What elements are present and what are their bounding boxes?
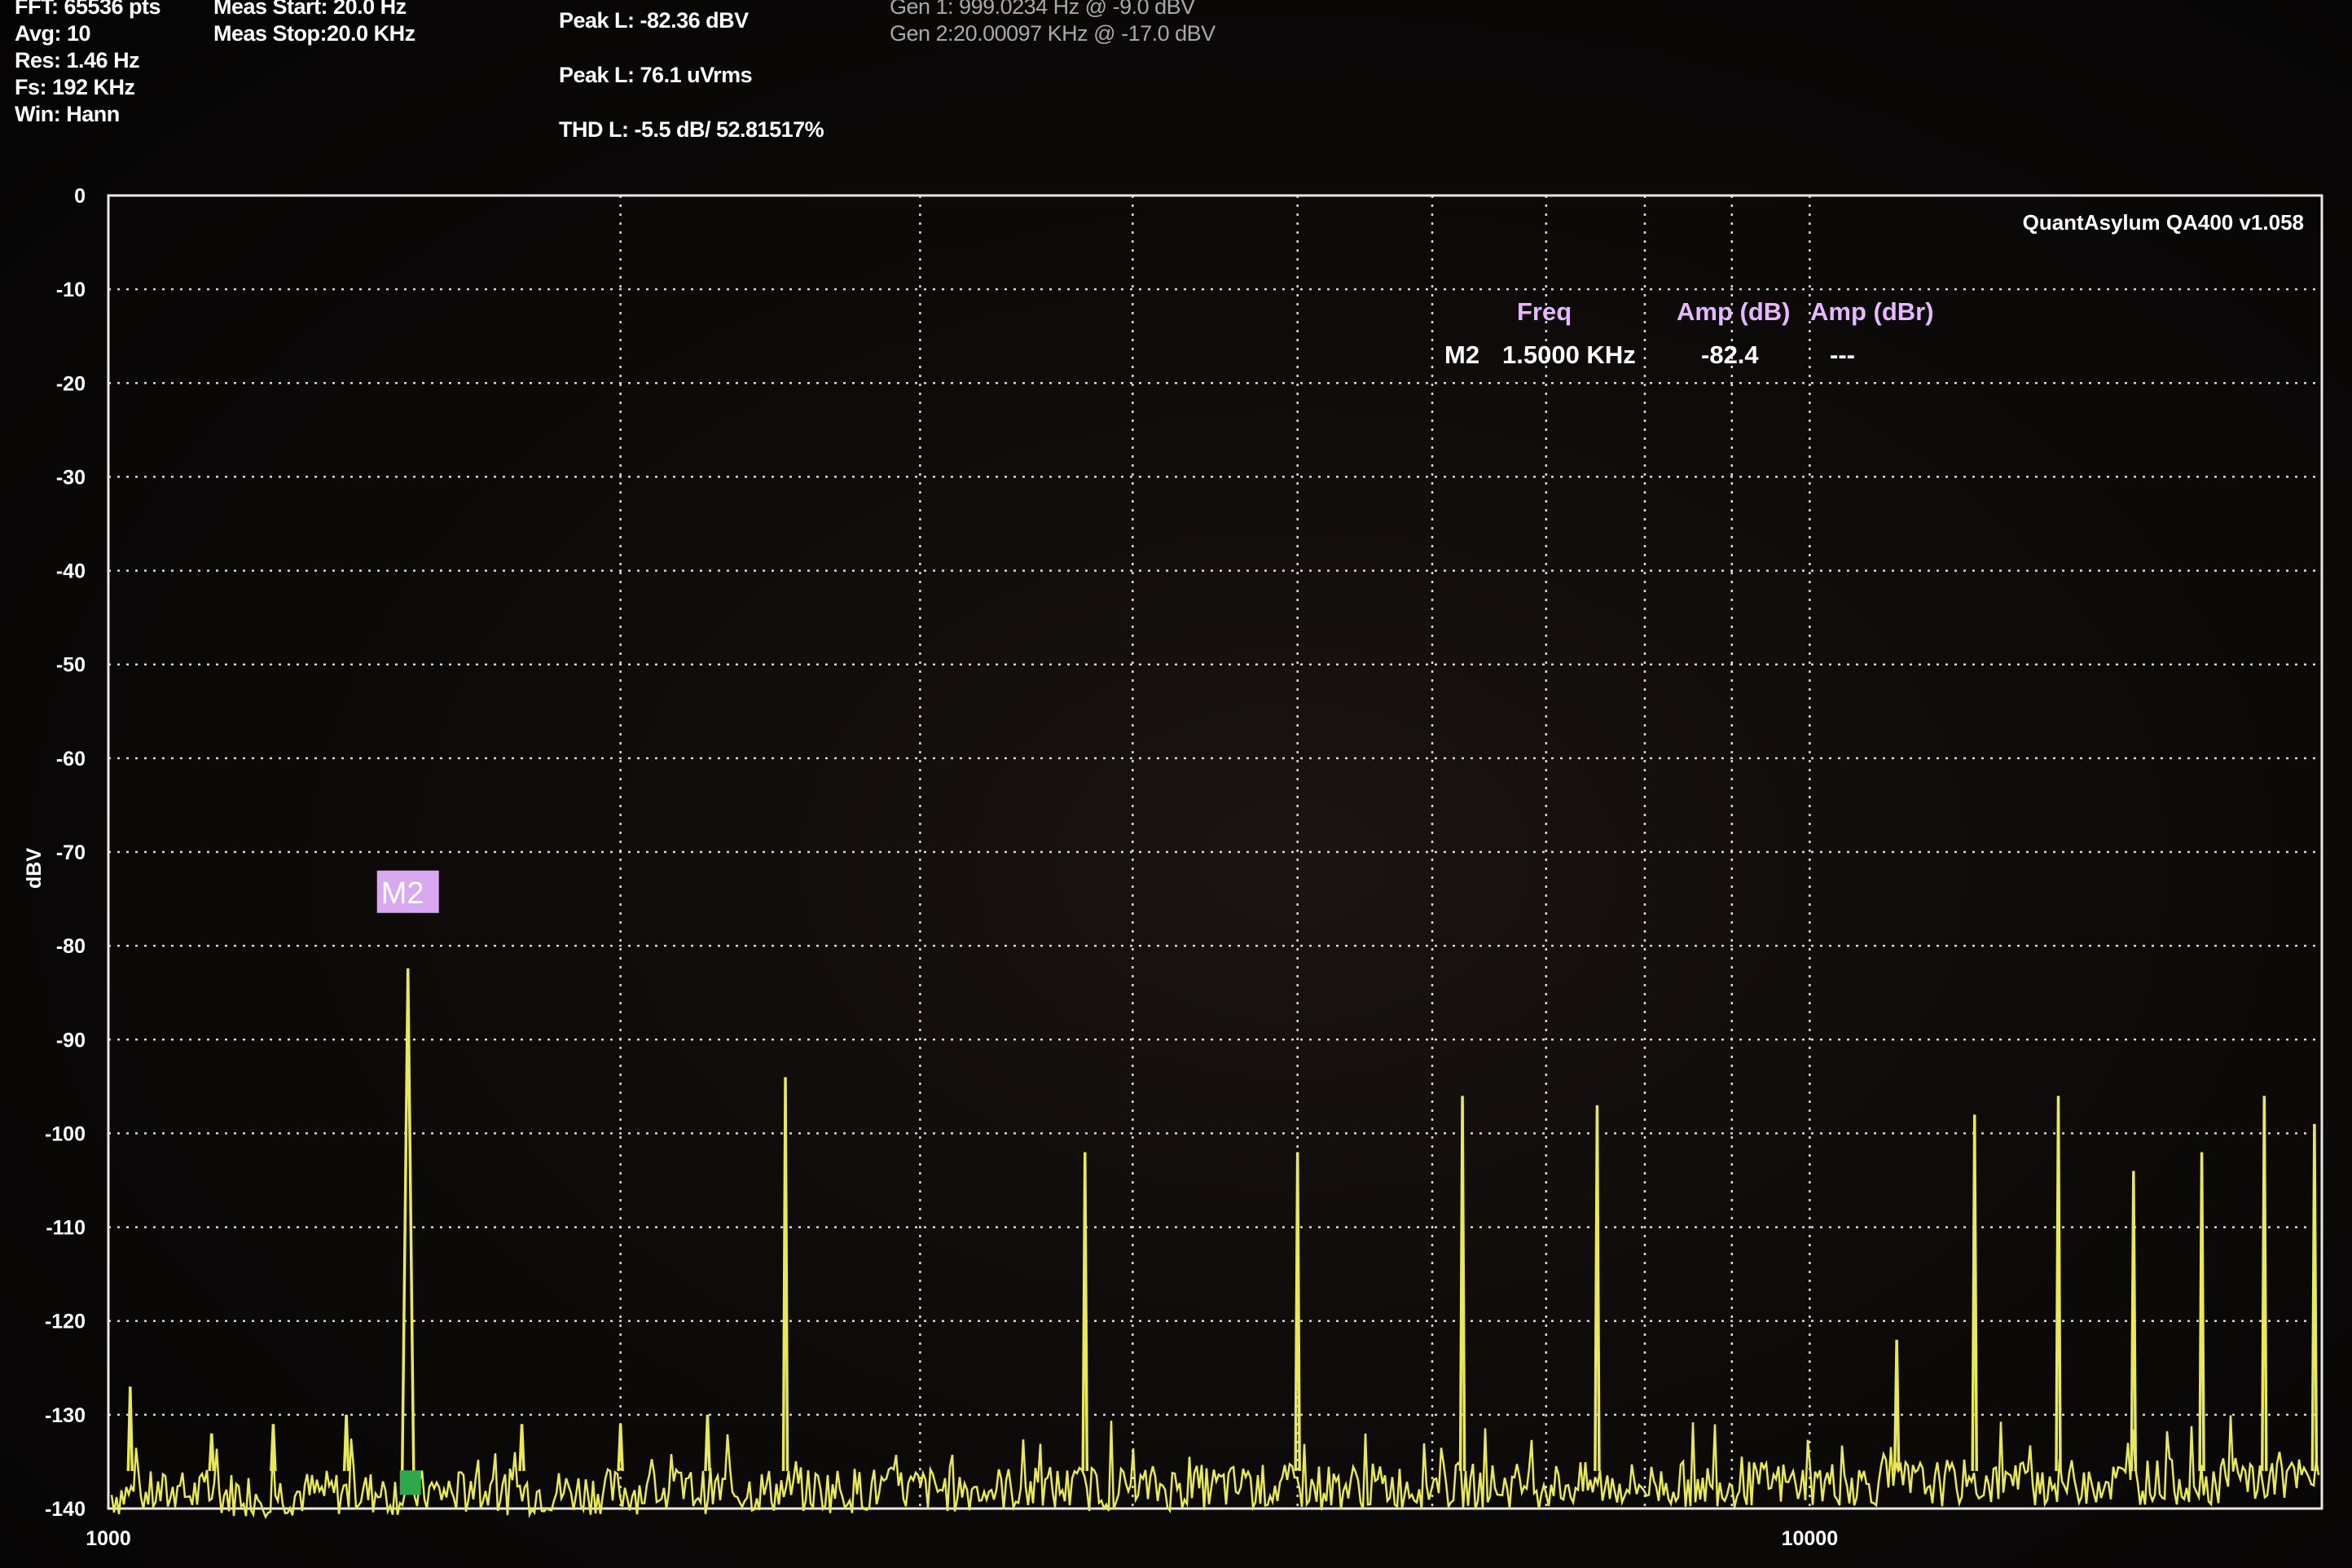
x-axis-ticks: 1000 10000 <box>86 1527 1838 1550</box>
y-tick-label: -70 <box>56 841 86 864</box>
y-tick-label: -10 <box>56 279 86 301</box>
y-axis-ticks: 0 -10 -20 -30 -40 -50 -60 -70 -80 -90 -100 -110 -120… <box>45 185 86 1521</box>
y-tick-label: -20 <box>56 372 86 395</box>
marker-table-row-amp-dbr: --- <box>1830 340 1855 369</box>
spectrum-peak <box>781 1077 789 1471</box>
x-tick-label: 1000 <box>86 1527 131 1550</box>
grid-layer <box>108 195 2322 1509</box>
marker-table: Freq Amp (dB) Amp (dBr) M2 1.5000 KHz -8… <box>1444 297 1934 369</box>
y-tick-label: -40 <box>56 560 86 583</box>
marker-table-header-amp-dbr: Amp (dBr) <box>1810 297 1934 326</box>
y-tick-label: -90 <box>56 1029 86 1052</box>
spectrum-peak <box>342 1414 350 1472</box>
fft-spectrum-chart: 0 -10 -20 -30 -40 -50 -60 -70 -80 -90 -100 -110 -120… <box>23 185 2323 1550</box>
y-axis-label: dBV <box>23 848 46 889</box>
y-tick-label: 0 <box>74 185 86 208</box>
marker-handle[interactable] <box>399 1470 421 1496</box>
marker-table-row-freq: 1.5000 KHz <box>1502 340 1636 369</box>
spectrum-peak <box>126 1386 134 1471</box>
x-tick-label: 10000 <box>1782 1527 1839 1550</box>
marker-m2[interactable]: M2 <box>376 870 439 1496</box>
spectrum-peak <box>704 1414 711 1472</box>
spectrum-peak <box>2198 1152 2205 1471</box>
noise-floor-trace <box>110 1415 2320 1520</box>
spectrum-peak <box>518 1424 525 1472</box>
y-tick-label: -130 <box>45 1404 86 1427</box>
y-tick-label: -120 <box>45 1311 86 1333</box>
spectrum-peak <box>1971 1114 1978 1471</box>
brand-label: QuantAsylum QA400 v1.058 <box>2023 210 2304 235</box>
marker-table-row-name: M2 <box>1444 340 1479 369</box>
spectrum-peak <box>208 1433 216 1472</box>
spectrum-peaks <box>126 968 2319 1472</box>
marker-table-row-amp-db: -82.4 <box>1701 340 1759 369</box>
spectrum-peak <box>2055 1096 2062 1471</box>
y-tick-label: -80 <box>56 935 86 958</box>
y-tick-label: -100 <box>45 1122 86 1145</box>
marker-label[interactable]: M2 <box>381 876 424 911</box>
y-tick-label: -110 <box>46 1217 86 1240</box>
analyzer-screen: FFT: 65536 pts Avg: 10 Res: 1.46 Hz Fs: … <box>0 0 2352 1568</box>
marker-table-header-amp-db: Amp (dB) <box>1677 297 1790 326</box>
spectrum-peak <box>2130 1171 2138 1471</box>
spectrum-peak <box>1893 1339 1901 1471</box>
spectrum-peak <box>617 1424 624 1472</box>
y-tick-label: -30 <box>56 466 86 489</box>
marker-table-header-freq: Freq <box>1517 297 1572 326</box>
spectrum-peak <box>1594 1105 1601 1471</box>
y-tick-label: -140 <box>45 1498 86 1521</box>
spectrum-peak <box>1081 1152 1089 1471</box>
spectrum-peak <box>2261 1096 2268 1471</box>
y-tick-label: -60 <box>56 748 86 771</box>
spectrum-peak <box>400 968 415 1471</box>
y-tick-label: -50 <box>56 654 86 677</box>
spectrum-peak <box>2310 1123 2319 1471</box>
